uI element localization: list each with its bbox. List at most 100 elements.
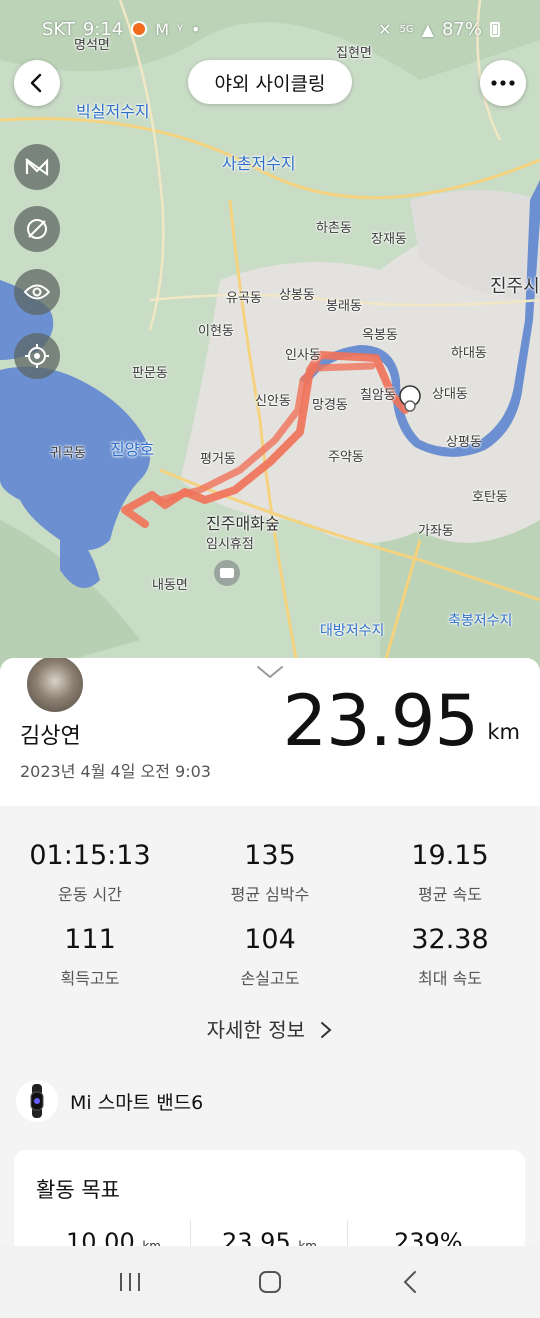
distance-unit: km bbox=[487, 720, 520, 744]
recent-apps-icon bbox=[120, 1273, 140, 1291]
map-style-button[interactable] bbox=[14, 144, 60, 190]
stat-value: 01:15:13 bbox=[29, 840, 151, 871]
details-link-label: 자세한 정보 bbox=[206, 1018, 305, 1042]
map-label: 임시휴점 bbox=[206, 537, 254, 552]
stat-elevation-gain: 111 획득고도 bbox=[0, 924, 180, 989]
map-label: 상대동 bbox=[432, 387, 468, 402]
map-label: 빅실저수지 bbox=[76, 102, 150, 121]
recent-apps-button[interactable] bbox=[100, 1257, 160, 1307]
carrier-label: SKT bbox=[42, 18, 75, 40]
route-off-icon bbox=[27, 219, 47, 239]
map-label: 가좌동 bbox=[418, 524, 454, 539]
home-icon bbox=[259, 1271, 281, 1293]
divider bbox=[190, 1220, 191, 1248]
map-label: 칠암동 bbox=[360, 388, 396, 403]
map-label: 호탄동 bbox=[472, 490, 508, 505]
goal-value: 23.95 bbox=[222, 1228, 291, 1248]
map-label: 평거동 bbox=[200, 452, 236, 467]
gmail-icon: M bbox=[155, 19, 170, 39]
stat-elevation-loss: 104 손실고도 bbox=[180, 924, 360, 989]
back-button[interactable] bbox=[14, 60, 60, 106]
stat-duration: 01:15:13 운동 시간 bbox=[0, 840, 180, 905]
clock: 9:14 bbox=[82, 18, 124, 40]
hide-pace-button[interactable] bbox=[14, 206, 60, 252]
map-label: 주약동 bbox=[328, 450, 364, 465]
system-nav-bar bbox=[0, 1246, 540, 1318]
map-label: 사촌저수지 bbox=[222, 154, 296, 173]
workout-datetime: 2023년 4월 4일 오전 9:03 bbox=[20, 762, 211, 781]
mute-icon: ✕ bbox=[378, 19, 392, 39]
stat-value: 135 bbox=[244, 840, 296, 871]
map-label: 하대동 bbox=[451, 346, 487, 361]
details-link[interactable]: 자세한 정보 bbox=[0, 1014, 540, 1043]
battery-icon bbox=[490, 21, 500, 37]
status-bar: SKT 9:14 M ᵞ • ✕ 5G ▲ 87% bbox=[0, 0, 540, 58]
notification-icon: ᵞ bbox=[177, 19, 184, 39]
stat-avg-speed: 19.15 평균 속도 bbox=[360, 840, 540, 905]
map-label: 상봉동 bbox=[279, 288, 315, 303]
stat-label: 획득고도 bbox=[60, 969, 120, 988]
stat-value: 19.15 bbox=[411, 840, 489, 871]
map-label: 진양호 bbox=[110, 440, 155, 459]
stat-max-speed: 32.38 최대 속도 bbox=[360, 924, 540, 989]
back-nav-button[interactable] bbox=[380, 1257, 440, 1307]
stat-value: 32.38 bbox=[411, 924, 489, 955]
map-label: 옥봉동 bbox=[362, 328, 398, 343]
device-name: Mi 스마트 밴드6 bbox=[70, 1091, 204, 1114]
map-label: 대방저수지 bbox=[320, 623, 385, 639]
map-label: 신안동 bbox=[255, 394, 291, 409]
device-row[interactable]: Mi 스마트 밴드6 bbox=[16, 1080, 203, 1122]
home-button[interactable] bbox=[240, 1257, 300, 1307]
smart-band-icon bbox=[16, 1080, 58, 1122]
goal-percent: 239% bbox=[394, 1228, 463, 1248]
map-label: 장재동 bbox=[371, 232, 407, 247]
network-type: 5G bbox=[399, 23, 414, 35]
map-label: 진주시 bbox=[490, 276, 540, 297]
map-label: 내동면 bbox=[152, 578, 188, 593]
map-layer-off-icon bbox=[25, 158, 49, 176]
notification-app-icon bbox=[131, 21, 148, 37]
stat-value: 111 bbox=[64, 924, 116, 955]
activity-title: 야외 사이클링 bbox=[188, 60, 352, 104]
goal-achieved: 23.95 km bbox=[222, 1228, 317, 1248]
stat-label: 손실고도 bbox=[240, 969, 300, 988]
stat-label: 최대 속도 bbox=[418, 969, 482, 988]
map-label: 판문동 bbox=[132, 366, 168, 381]
locate-button[interactable] bbox=[14, 333, 60, 379]
stat-label: 평균 속도 bbox=[418, 885, 482, 904]
activity-goal-card: 활동 목표 10.00 km 23.95 km 239% bbox=[14, 1150, 525, 1248]
stat-label: 평균 심박수 bbox=[230, 885, 310, 904]
map-label: 망경동 bbox=[312, 398, 348, 413]
more-dots-icon bbox=[491, 80, 515, 86]
goal-title: 활동 목표 bbox=[36, 1178, 120, 1202]
map-label: 귀곡동 bbox=[50, 446, 86, 461]
back-nav-icon bbox=[403, 1271, 416, 1293]
crosshair-icon bbox=[25, 344, 49, 368]
map-label: 상평동 bbox=[446, 435, 482, 450]
more-notifications-icon: • bbox=[191, 19, 201, 39]
map-label: 이현동 bbox=[198, 324, 234, 339]
goal-value: 239% bbox=[394, 1228, 463, 1248]
map-label: 하촌동 bbox=[316, 221, 352, 236]
map-label: 인사동 bbox=[285, 348, 321, 363]
collapse-chevron-icon[interactable] bbox=[256, 664, 284, 680]
total-distance: 23.95 bbox=[282, 680, 479, 762]
chevron-right-icon bbox=[321, 1022, 332, 1038]
map-label: 축봉저수지 bbox=[448, 613, 513, 629]
stat-avg-heart-rate: 135 평균 심박수 bbox=[180, 840, 360, 905]
eye-icon bbox=[24, 284, 50, 300]
more-options-button[interactable] bbox=[480, 60, 526, 106]
battery-percent: 87% bbox=[441, 18, 482, 40]
map-label: 유곡동 bbox=[226, 291, 262, 306]
map-label: 봉래동 bbox=[326, 299, 362, 314]
back-arrow-icon bbox=[30, 73, 42, 93]
map-label: 진주매화숲 bbox=[206, 514, 280, 533]
stat-value: 104 bbox=[244, 924, 296, 955]
user-name: 김상연 bbox=[20, 724, 81, 749]
signal-icon: ▲ bbox=[421, 19, 434, 39]
stat-label: 운동 시간 bbox=[58, 885, 122, 904]
view-toggle-button[interactable] bbox=[14, 269, 60, 315]
goal-value: 10.00 bbox=[66, 1228, 135, 1248]
summary-sheet: 김상연 2023년 4월 4일 오전 9:03 23.95 km 01:15:1… bbox=[0, 658, 540, 1248]
goal-target: 10.00 km bbox=[66, 1228, 161, 1248]
